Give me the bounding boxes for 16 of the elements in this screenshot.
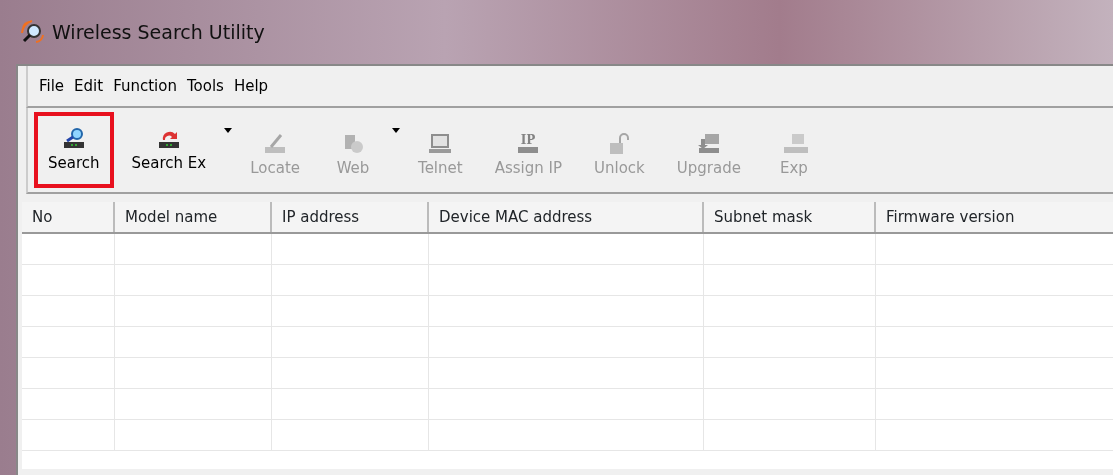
dropdown-arrow-icon[interactable]: [224, 128, 233, 133]
menu-item[interactable]: Tools: [184, 74, 231, 98]
column-header[interactable]: Device MAC address: [429, 202, 704, 232]
column-header[interactable]: Firmware version: [876, 202, 1113, 232]
highlighted-toolbar-button[interactable]: Search: [34, 112, 114, 188]
column-header[interactable]: No: [22, 202, 115, 232]
toolbar-button[interactable]: Search Ex: [117, 112, 221, 188]
column-header[interactable]: IP address: [272, 202, 429, 232]
menu-item[interactable]: Edit: [71, 74, 111, 98]
menu-item[interactable]: Function: [110, 74, 184, 98]
magnifier-icon: [20, 19, 46, 45]
menu-item[interactable]: File: [36, 74, 72, 98]
window-title: Wireless Search Utility: [52, 19, 265, 45]
column-header[interactable]: Subnet mask: [704, 202, 876, 232]
menu-item[interactable]: Help: [230, 74, 276, 98]
column-header[interactable]: Model name: [115, 202, 272, 232]
